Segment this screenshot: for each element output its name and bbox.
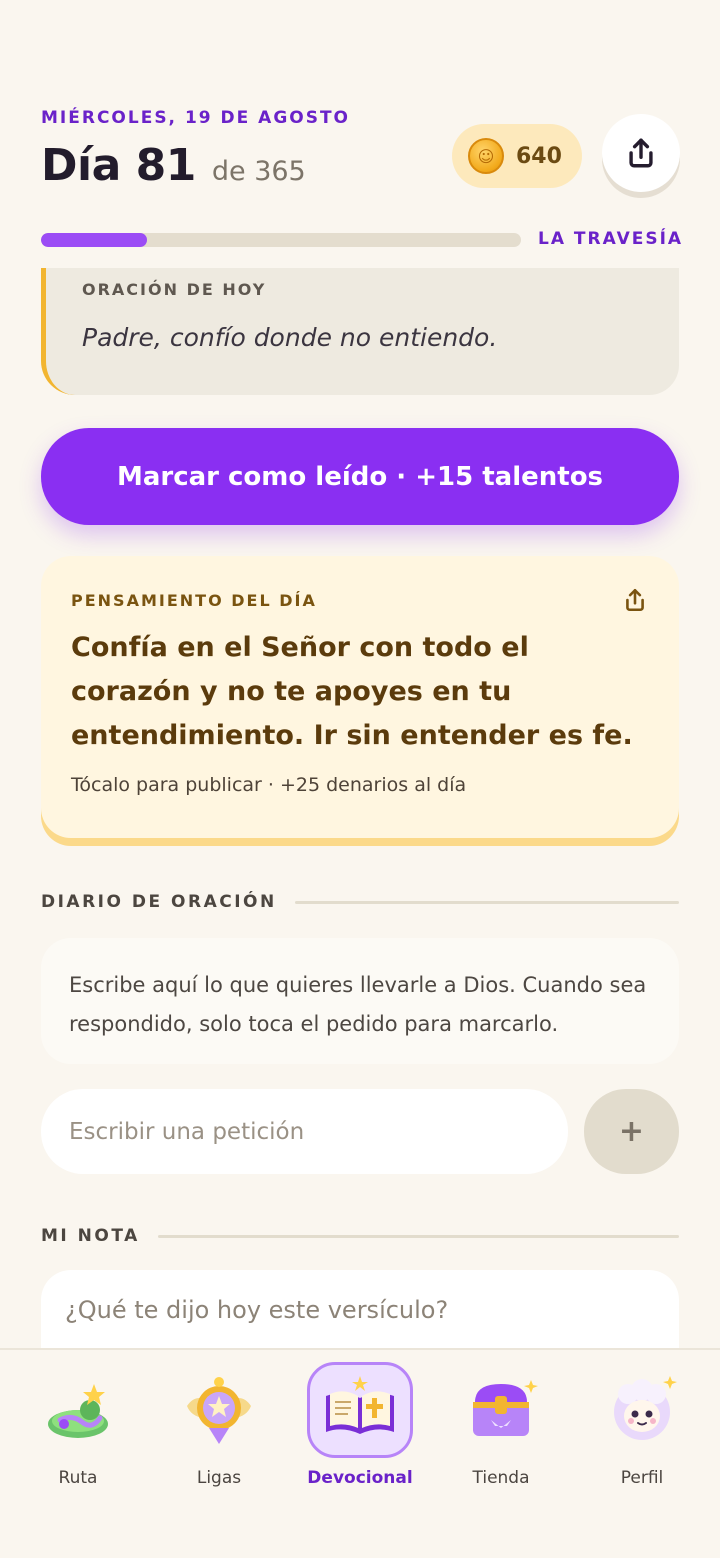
nav-item-ruta[interactable]: Ruta xyxy=(13,1362,143,1492)
coin-icon: ☺ xyxy=(468,138,504,174)
nav-item-devocional[interactable]: Devocional xyxy=(295,1362,425,1492)
nav-item-ligas[interactable]: Ligas xyxy=(154,1362,284,1492)
medal-icon xyxy=(187,1377,251,1444)
nav-label: Devocional xyxy=(307,1468,413,1488)
journey-link[interactable]: LA TRAVESÍA xyxy=(538,229,683,249)
journal-info-text: Escribe aquí lo que quieres llevarle a D… xyxy=(69,973,647,1036)
map-island-icon xyxy=(48,1384,108,1438)
nav-label: Tienda xyxy=(472,1468,530,1488)
journey-progress-bar xyxy=(41,233,521,247)
nav-icon-active-frame xyxy=(307,1362,413,1458)
day-title: Día 81 xyxy=(41,140,196,191)
thought-label: PENSAMIENTO DEL DÍA xyxy=(71,591,317,610)
nav-label: Ligas xyxy=(196,1468,242,1488)
thought-text: Confía en el Señor con todo el corazón y… xyxy=(71,632,633,751)
day-heading: Día 81 de 365 xyxy=(41,140,306,191)
divider xyxy=(294,900,679,904)
petition-input[interactable] xyxy=(41,1089,568,1174)
date-label: MIÉRCOLES, 19 DE AGOSTO xyxy=(41,108,351,128)
coin-balance[interactable]: ☺ 640 xyxy=(452,124,582,188)
share-icon xyxy=(629,138,653,168)
thought-share-button[interactable] xyxy=(620,585,650,615)
divider xyxy=(157,1234,679,1238)
thought-hint: Tócalo para publicar · +25 denarios al d… xyxy=(71,774,467,796)
treasure-chest-icon xyxy=(473,1380,538,1436)
prayer-label: ORACIÓN DE HOY xyxy=(82,280,267,299)
note-section-header: MI NOTA xyxy=(41,1226,679,1246)
lamb-avatar-icon xyxy=(614,1376,677,1440)
nav-label: Perfil xyxy=(620,1468,664,1488)
add-petition-button[interactable]: + xyxy=(584,1089,679,1174)
nav-label: Ruta xyxy=(58,1468,98,1488)
journal-title: DIARIO DE ORACIÓN xyxy=(41,892,277,912)
nav-item-tienda[interactable]: Tienda xyxy=(436,1362,566,1492)
share-button[interactable] xyxy=(602,114,680,192)
journal-section-header: DIARIO DE ORACIÓN xyxy=(41,892,679,912)
open-bible-icon xyxy=(326,1376,394,1434)
note-title: MI NOTA xyxy=(41,1226,140,1246)
day-total: de 365 xyxy=(211,156,306,187)
coin-count: 640 xyxy=(516,143,562,169)
prayer-text: Padre, confío donde no entiendo. xyxy=(82,323,498,352)
journey-progress-fill xyxy=(41,233,147,247)
share-icon xyxy=(626,588,644,612)
mark-as-read-button[interactable]: Marcar como leído · +15 talentos xyxy=(41,428,679,525)
nav-item-perfil[interactable]: Perfil xyxy=(577,1362,707,1492)
